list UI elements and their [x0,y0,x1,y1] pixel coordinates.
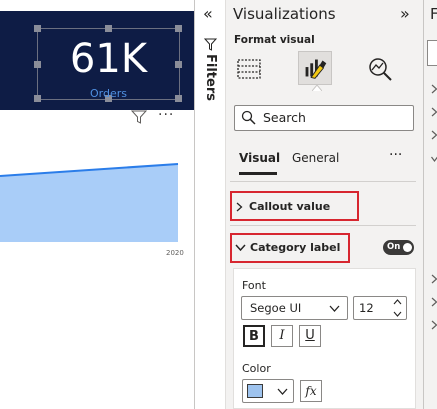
chevron-down-icon[interactable] [393,311,402,317]
chevron-right-icon [236,202,243,212]
expand-pane-icon[interactable]: » [400,4,410,23]
underline-button[interactable]: U [299,325,321,347]
format-visual-tab[interactable] [298,51,332,85]
visual-filter-icon[interactable] [131,110,147,124]
filters-title-text: Filters [203,54,218,101]
filters-title[interactable]: Filters [201,54,219,104]
search-input[interactable] [234,105,414,131]
pane-title: Visualizations [233,5,336,23]
divider [230,181,416,182]
kpi-value: 61K [69,36,148,82]
category-label-label: Category label [250,241,341,254]
area-fill [0,164,178,242]
analytics-icon[interactable] [367,56,393,82]
selected-tab-indicator [239,172,277,175]
chevron-right-icon[interactable] [431,320,437,330]
chevron-right-icon[interactable] [431,84,437,94]
area-chart [0,163,179,242]
format-visual-label: Format visual [234,34,315,46]
color-label: Color [242,362,271,375]
chevron-right-icon[interactable] [431,274,437,284]
font-label: Font [242,279,266,292]
divider [230,225,416,226]
font-size-value: 12 [359,301,374,315]
toggle-state-text: On [387,242,401,252]
chevron-down-icon [277,388,288,395]
chevron-down-icon [235,244,246,251]
color-swatch [247,384,263,398]
fields-search-input[interactable] [427,40,437,66]
tab-visual[interactable]: Visual [239,151,280,165]
chevron-right-icon[interactable] [431,107,437,117]
x-axis-tick: 2020 [166,249,184,257]
search-placeholder: Search [263,110,306,125]
build-visual-icon[interactable] [236,58,262,80]
italic-button[interactable]: I [271,325,293,347]
more-options-icon[interactable]: ··· [158,107,174,123]
chevron-right-icon[interactable] [431,130,437,140]
fields-pane-title: F [430,5,437,23]
chevron-right-icon[interactable] [431,297,437,307]
resize-handle[interactable] [105,25,112,32]
resize-handle[interactable] [175,25,182,32]
tab-general[interactable]: General [292,151,339,165]
toggle-knob [403,243,412,252]
bold-button[interactable]: B [243,325,265,347]
font-family-value: Segoe UI [250,301,302,315]
filter-icon [204,38,217,51]
callout-value-label: Callout value [249,200,331,213]
chevron-up-icon[interactable] [393,299,402,305]
paint-brush-chart-icon [305,59,327,79]
chevron-down-icon [329,305,340,312]
resize-handle[interactable] [34,25,41,32]
selected-tab-caret [312,85,322,91]
search-icon [241,110,256,125]
kpi-label: Orders [90,87,127,100]
collapse-filters-icon[interactable]: « [203,4,213,23]
chevron-down-icon[interactable] [431,154,437,164]
more-options-icon[interactable]: ··· [389,147,402,163]
conditional-formatting-button[interactable]: fx [300,380,322,402]
